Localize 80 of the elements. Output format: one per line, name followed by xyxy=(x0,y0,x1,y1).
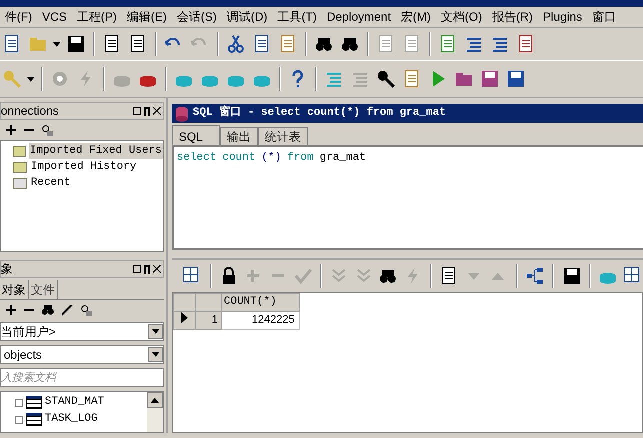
menu-item[interactable]: 件(F) xyxy=(0,8,38,26)
maximize-icon[interactable] xyxy=(133,107,141,115)
menu-item[interactable]: 报告(R) xyxy=(487,8,538,26)
outdent-icon[interactable] xyxy=(491,35,509,53)
menu-item[interactable]: 工程(P) xyxy=(72,8,122,26)
close-icon[interactable] xyxy=(153,107,161,115)
paste-icon[interactable] xyxy=(279,35,297,53)
menu-item[interactable]: VCS xyxy=(37,8,72,26)
panel-title: onnections xyxy=(1,103,60,120)
tab[interactable]: 输出 xyxy=(220,127,258,145)
plus-icon[interactable] xyxy=(6,305,16,315)
minus-icon[interactable] xyxy=(24,128,34,132)
save-as-icon[interactable] xyxy=(507,70,525,88)
plus-icon[interactable] xyxy=(6,125,16,135)
tree-item[interactable]: Recent xyxy=(30,174,72,192)
code-token: from xyxy=(287,151,314,166)
sql-editor[interactable]: select count (*) from gra_mat xyxy=(172,145,643,250)
menu-item[interactable]: 调试(D) xyxy=(222,8,273,26)
grid-icon[interactable] xyxy=(183,267,202,285)
tab[interactable]: 文件 xyxy=(29,280,58,299)
search-field[interactable]: 入搜索文档 xyxy=(0,368,164,387)
save-icon[interactable] xyxy=(562,267,581,285)
open-folder-icon[interactable] xyxy=(455,70,473,88)
expand-icon[interactable] xyxy=(15,416,23,424)
binoculars-icon[interactable] xyxy=(42,305,54,315)
tree-icon[interactable] xyxy=(526,267,544,285)
folder-icon xyxy=(13,146,26,156)
code-token: (*) xyxy=(262,151,282,166)
table-cell: 1242225 xyxy=(222,311,300,330)
code-token: select xyxy=(177,151,217,166)
menu-item[interactable]: Plugins xyxy=(538,8,588,26)
binoculars-icon[interactable] xyxy=(379,267,398,285)
folder-icon xyxy=(13,178,27,188)
menu-item[interactable]: 窗口 xyxy=(587,8,622,26)
cut-icon[interactable] xyxy=(227,35,245,53)
document-icon[interactable] xyxy=(517,35,535,53)
caret-icon[interactable] xyxy=(27,76,35,82)
folder-icon xyxy=(13,162,27,172)
tab[interactable]: SQL xyxy=(172,125,220,145)
panel-title: 象 xyxy=(1,261,13,278)
menu-item[interactable]: 编辑(E) xyxy=(122,8,172,26)
scroll-bar[interactable] xyxy=(147,392,163,432)
find-next-icon[interactable] xyxy=(341,35,359,53)
tab[interactable]: 对象 xyxy=(0,280,29,299)
caret-icon[interactable] xyxy=(148,347,163,362)
scroll-up-icon[interactable] xyxy=(147,392,163,408)
pin-icon[interactable] xyxy=(144,264,150,274)
maximize-icon[interactable] xyxy=(133,265,141,273)
find-icon[interactable] xyxy=(315,35,333,53)
row-number: 1 xyxy=(196,311,222,330)
new-document-icon[interactable] xyxy=(3,35,21,53)
pin-icon[interactable] xyxy=(144,106,150,116)
user-dropdown[interactable]: 当前用户> xyxy=(0,322,164,341)
tree-item[interactable]: STAND_MAT xyxy=(45,394,104,411)
menu-item[interactable]: 宏(M) xyxy=(396,8,436,26)
column-header[interactable]: COUNT(*) xyxy=(222,294,300,311)
database-icon xyxy=(174,106,190,122)
copy-icon[interactable] xyxy=(253,35,271,53)
tree-item[interactable]: TASK_LOG xyxy=(45,411,98,428)
tab[interactable]: 统计表 xyxy=(258,127,308,145)
code-token: gra_mat xyxy=(320,151,366,166)
type-dropdown[interactable]: objects xyxy=(0,345,164,364)
caret-icon[interactable] xyxy=(53,42,61,46)
save-icon[interactable] xyxy=(67,35,85,53)
window-title: SQL 窗口 - select count(*) from gra_mat xyxy=(193,105,446,122)
tree-item[interactable]: Imported Fixed Users xyxy=(28,142,163,160)
menu-item[interactable]: 工具(T) xyxy=(272,8,322,26)
code-token: count xyxy=(222,151,256,166)
close-icon[interactable] xyxy=(153,265,161,273)
table-icon xyxy=(26,413,42,426)
paste-icon[interactable] xyxy=(403,70,421,88)
expand-icon[interactable] xyxy=(15,398,23,406)
menu-item[interactable]: Deployment xyxy=(322,8,396,26)
table-icon xyxy=(26,396,42,409)
menu-item[interactable]: 文档(O) xyxy=(436,8,488,26)
indent-icon[interactable] xyxy=(465,35,483,53)
tree-item[interactable]: Imported History xyxy=(30,158,138,176)
minus-icon[interactable] xyxy=(24,308,34,312)
menu-item[interactable]: 会话(S) xyxy=(172,8,222,26)
caret-icon[interactable] xyxy=(148,324,163,339)
